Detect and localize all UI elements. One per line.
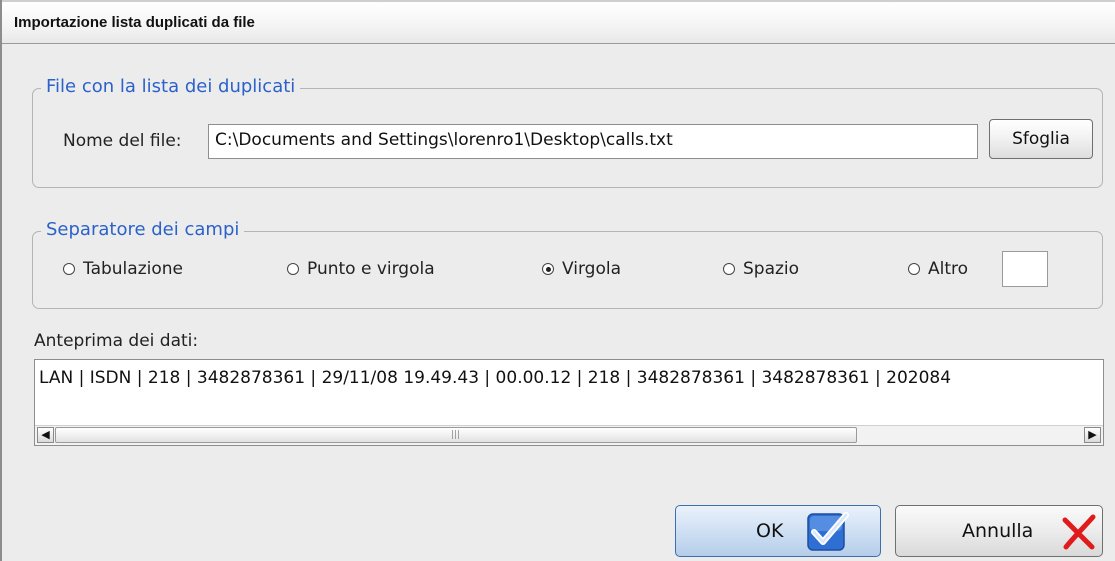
radio-circle-icon — [287, 263, 299, 275]
preview-label: Anteprima dei dati: — [34, 331, 199, 351]
radio-label: Punto e virgola — [307, 259, 435, 279]
radio-altro[interactable]: Altro — [908, 259, 968, 279]
ok-button[interactable]: OK — [675, 505, 881, 557]
browse-button[interactable]: Sfoglia — [989, 119, 1093, 159]
filename-input[interactable]: C:\Documents and Settings\lorenro1\Deskt… — [208, 124, 978, 159]
radio-spazio[interactable]: Spazio — [723, 259, 799, 279]
radio-label: Altro — [928, 259, 969, 279]
filename-label: Nome del file: — [63, 131, 182, 151]
radio-circle-icon — [908, 263, 920, 275]
radio-selected-icon — [542, 263, 554, 275]
title-bar[interactable]: Importazione lista duplicati da file — [2, 0, 1115, 44]
cancel-button[interactable]: Annulla — [895, 505, 1103, 557]
horizontal-scrollbar[interactable]: ◀ ||| ▶ — [35, 425, 1103, 445]
preview-text: LAN | ISDN | 218 | 3482878361 | 29/11/08… — [39, 368, 952, 388]
radio-circle-icon — [63, 263, 75, 275]
radio-punto-e-virgola[interactable]: Punto e virgola — [287, 259, 435, 279]
red-x-icon — [1062, 514, 1096, 550]
scroll-left-icon[interactable]: ◀ — [37, 427, 54, 443]
ok-label: OK — [756, 520, 784, 542]
grip-icon: ||| — [451, 430, 461, 440]
preview-box: LAN | ISDN | 218 | 3482878361 | 29/11/08… — [34, 359, 1104, 446]
radio-tabulazione[interactable]: Tabulazione — [63, 259, 183, 279]
dialog-window: Importazione lista duplicati da file Fil… — [0, 0, 1115, 561]
radio-circle-icon — [723, 263, 735, 275]
radio-label: Spazio — [743, 259, 800, 279]
scroll-right-icon[interactable]: ▶ — [1084, 427, 1101, 443]
radio-label: Virgola — [562, 259, 622, 279]
window-title: Importazione lista duplicati da file — [14, 14, 255, 31]
separator-group-legend: Separatore dei campi — [41, 219, 245, 240]
checkmark-icon — [807, 512, 849, 551]
cancel-label: Annulla — [962, 520, 1034, 542]
other-separator-input[interactable] — [1002, 251, 1048, 287]
radio-label: Tabulazione — [83, 259, 183, 279]
scroll-thumb[interactable]: ||| — [55, 427, 857, 443]
file-group-legend: File con la lista dei duplicati — [41, 76, 301, 97]
radio-virgola[interactable]: Virgola — [542, 259, 621, 279]
